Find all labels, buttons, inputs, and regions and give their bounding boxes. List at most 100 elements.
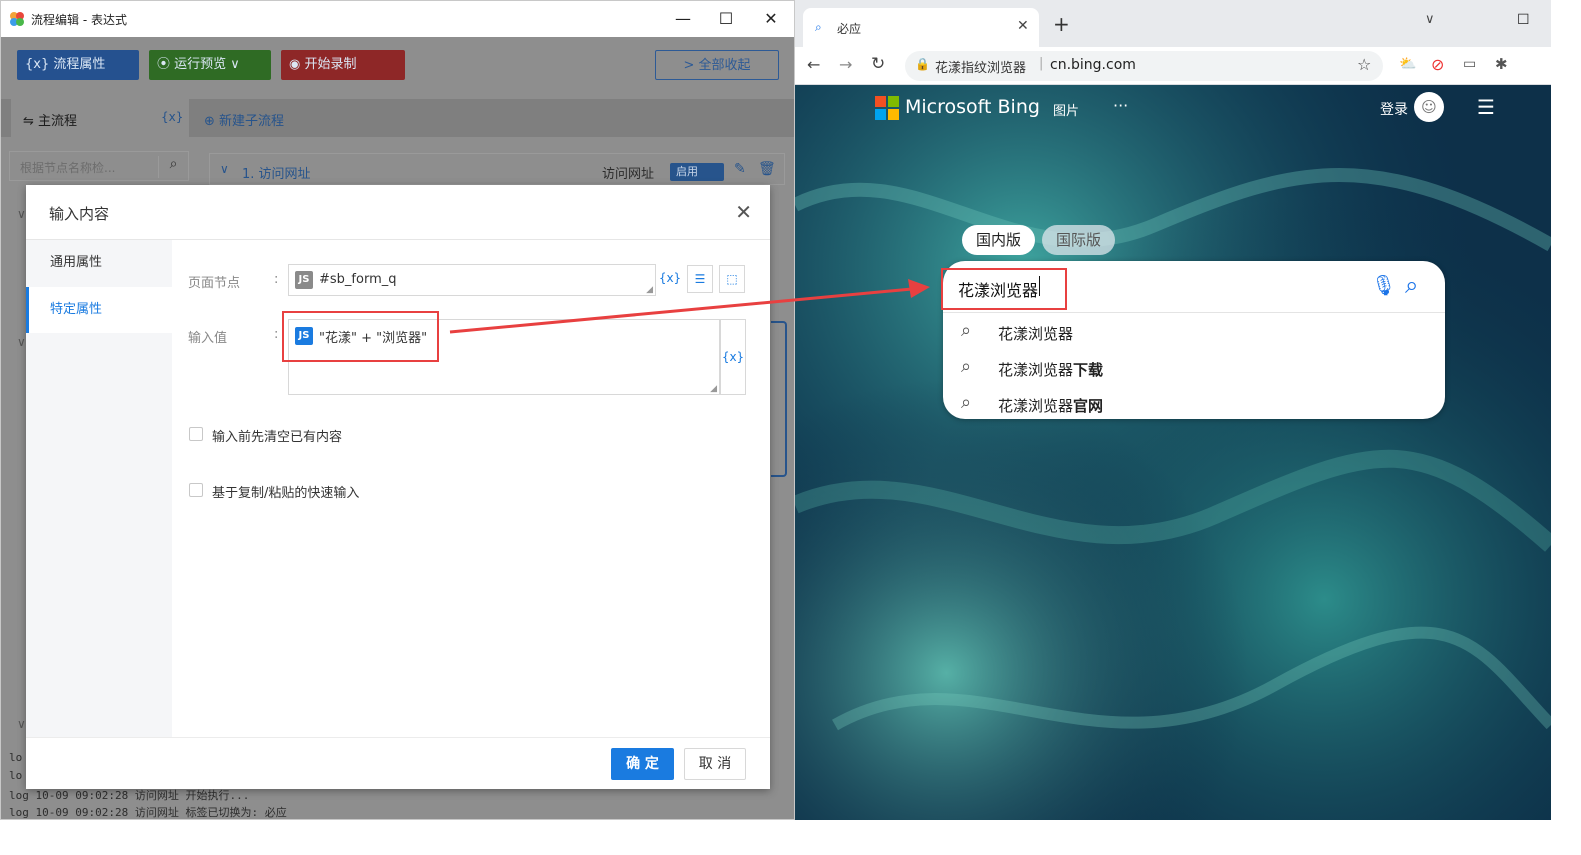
edit-icon[interactable]: ✎ <box>734 161 746 177</box>
log-line: lo <box>9 751 23 764</box>
variable-icon[interactable]: {x} <box>161 110 183 124</box>
play-icon: ⦿ <box>157 57 175 72</box>
maximize-icon[interactable]: ☐ <box>706 7 746 31</box>
site-name: 花漾指纹浏览器 <box>935 61 1027 76</box>
run-preview-label: 运行预览 <box>174 57 227 72</box>
js-badge-icon: JS <box>295 271 313 289</box>
chevron-down-icon[interactable]: ∨ <box>220 162 229 176</box>
search-icon[interactable]: ⌕ <box>1405 271 1418 299</box>
collapse-icon[interactable]: ∨ <box>17 717 26 731</box>
chevron-down-icon: ∨ <box>226 57 240 72</box>
url-text: cn.bing.com <box>1050 57 1136 73</box>
collapse-all-button[interactable]: > 全部收起 <box>655 50 779 80</box>
close-tab-icon[interactable]: ✕ <box>1017 18 1029 34</box>
new-subflow-link[interactable]: ⊕ 新建子流程 <box>204 110 284 129</box>
bookmark-star-icon[interactable]: ☆ <box>1357 55 1371 74</box>
search-icon[interactable]: ⌕ <box>158 156 188 178</box>
collapse-icon[interactable]: ∨ <box>17 207 26 221</box>
address-bar[interactable]: 🔒 花漾指纹浏览器 | cn.bing.com ☆ <box>905 51 1383 81</box>
browser-tab[interactable]: ⌕ 必应 ✕ <box>803 8 1039 47</box>
variable-button[interactable]: {x} <box>720 319 746 395</box>
camera-icon[interactable]: ▭ <box>1463 56 1476 72</box>
paste-input-checkbox[interactable] <box>189 483 203 497</box>
input-content-dialog: 输入内容 ✕ 通用属性 特定属性 页面节点 : JS #sb_form_q ◢ … <box>26 185 770 789</box>
suggestion-item[interactable]: ⌕ 花漾浏览器官网 <box>943 387 1445 421</box>
resize-handle-icon[interactable]: ◢ <box>710 384 717 394</box>
hamburger-menu-icon[interactable]: ☰ <box>1477 95 1495 119</box>
forward-icon[interactable]: → <box>839 55 852 74</box>
suggestion-item[interactable]: ⌕ 花漾浏览器 <box>943 315 1445 349</box>
variable-button[interactable]: {x} <box>657 265 683 293</box>
extension-icon[interactable]: ⛅ <box>1399 56 1416 72</box>
colon: : <box>274 272 279 287</box>
suggestion-item[interactable]: ⌕ 花漾浏览器下载 <box>943 351 1445 385</box>
block-icon[interactable]: ⊘ <box>1431 55 1444 74</box>
enable-toggle[interactable]: 启用 <box>670 163 724 181</box>
search-placeholder: 根据节点名称检... <box>20 161 116 175</box>
confirm-button[interactable]: 确 定 <box>611 748 674 780</box>
more-menu-icon[interactable]: ··· <box>1113 96 1128 115</box>
title-bar: 流程编辑 - 表达式 — ☐ ✕ <box>1 1 794 37</box>
bing-header: Microsoft Bing 图片 ··· 登录 ☺ ☰ <box>795 85 1551 131</box>
highlight-box <box>282 311 439 362</box>
node-type: 访问网址 <box>602 167 655 182</box>
dialog-header: 输入内容 ✕ <box>26 185 770 240</box>
highlight-box <box>941 268 1067 310</box>
maximize-icon[interactable]: ☐ <box>1517 12 1530 28</box>
run-preview-button[interactable]: ⦿ 运行预览 ∨ <box>149 50 271 80</box>
resize-handle-icon[interactable]: ◢ <box>646 285 653 295</box>
tab-title: 必应 <box>837 22 862 36</box>
page-node-field[interactable]: JS #sb_form_q ◢ <box>288 264 656 296</box>
avatar-icon[interactable]: ☺ <box>1414 92 1444 122</box>
puzzle-icon[interactable]: ✱ <box>1495 55 1508 73</box>
lock-icon: 🔒 <box>915 57 930 71</box>
browser-toolbar: ← → ↻ 🔒 花漾指纹浏览器 | cn.bing.com ☆ ⛅ ⊘ ▭ ✱ <box>795 47 1551 85</box>
search-favicon-icon: ⌕ <box>815 20 822 34</box>
domestic-version-tab[interactable]: 国内版 <box>962 225 1036 255</box>
plus-circle-icon: ⊕ <box>204 114 220 129</box>
node-search-input[interactable]: 根据节点名称检... ⌕ <box>9 151 189 181</box>
tab-general-properties[interactable]: 通用属性 <box>26 240 172 286</box>
tab-specific-properties[interactable]: 特定属性 <box>26 287 172 333</box>
search-icon: ⌕ <box>961 392 972 413</box>
tab-main-flow[interactable]: ⇋ 主流程 {x} <box>11 99 189 137</box>
close-icon[interactable]: ✕ <box>735 200 752 224</box>
log-line: lo <box>9 769 23 782</box>
login-link[interactable]: 登录 <box>1380 99 1408 119</box>
minimize-icon[interactable]: — <box>663 7 703 31</box>
app-logo-icon <box>10 12 24 26</box>
node-title: 1. 访问网址 <box>242 167 311 182</box>
browser-window: ⌕ 必应 ✕ + ∨ ☐ ← → ↻ 🔒 花漾指纹浏览器 | cn.bing.c… <box>795 0 1551 820</box>
window-title: 流程编辑 - 表达式 <box>31 13 127 27</box>
microsoft-logo-icon <box>875 96 899 120</box>
separator: | <box>1039 56 1044 71</box>
new-tab-icon[interactable]: + <box>1053 12 1070 36</box>
element-picker-icon[interactable]: ⬚ <box>719 265 745 293</box>
clear-before-input-checkbox[interactable] <box>189 427 203 441</box>
flow-tab-bar: ⇋ 主流程 {x} ⊕ 新建子流程 <box>1 99 794 137</box>
record-icon: ◉ <box>289 57 305 72</box>
images-link[interactable]: 图片 <box>1053 100 1079 119</box>
cancel-button[interactable]: 取 消 <box>684 748 746 780</box>
page-node-label: 页面节点 <box>188 276 241 291</box>
start-record-button[interactable]: ◉ 开始录制 <box>281 50 405 80</box>
dialog-footer: 确 定 取 消 <box>26 737 770 789</box>
close-icon[interactable]: ✕ <box>751 7 791 31</box>
delete-icon[interactable]: 🗑 <box>758 161 776 177</box>
tab-list-icon[interactable]: ∨ <box>1425 12 1435 27</box>
bing-logo-text[interactable]: Microsoft Bing <box>905 96 1040 118</box>
collapse-icon[interactable]: ∨ <box>17 335 26 349</box>
node-card-edge <box>771 321 787 477</box>
microphone-icon[interactable]: 🎙 <box>1371 273 1396 297</box>
list-icon[interactable]: ☰ <box>687 265 713 293</box>
search-icon: ⌕ <box>961 356 972 377</box>
page-node-value: #sb_form_q <box>319 272 397 287</box>
flow-properties-button[interactable]: {x} 流程属性 <box>17 50 139 80</box>
back-icon[interactable]: ← <box>807 55 820 74</box>
dialog-sidebar: 通用属性 特定属性 <box>26 240 172 737</box>
international-version-tab[interactable]: 国际版 <box>1042 225 1116 255</box>
input-value-label: 输入值 <box>188 331 228 346</box>
reload-icon[interactable]: ↻ <box>871 54 885 74</box>
node-card-header[interactable]: ∨ 1. 访问网址 访问网址 启用 ✎ 🗑 <box>209 153 785 185</box>
main-flow-label: ⇋ 主流程 <box>23 114 78 129</box>
